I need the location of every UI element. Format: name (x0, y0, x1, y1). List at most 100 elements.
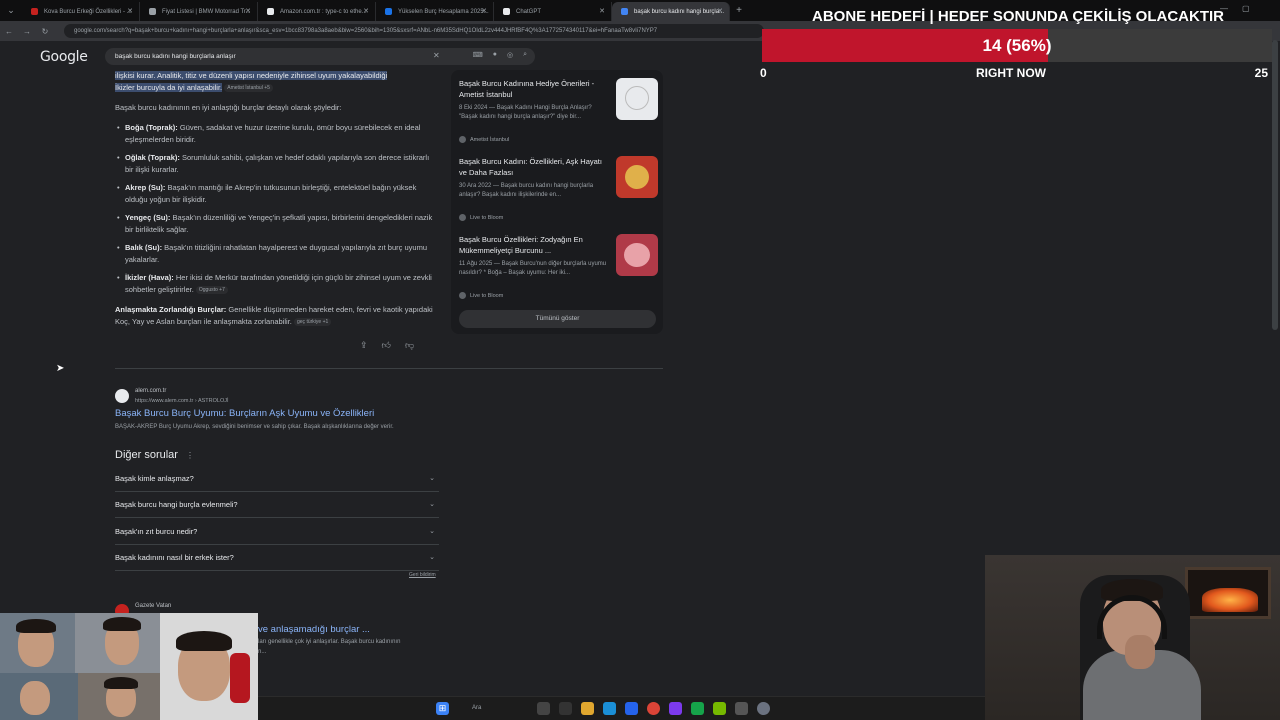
result-snippet: ları genellikle çok iyi anlaşırlar. Başa… (258, 639, 401, 645)
close-tab-icon[interactable]: ✕ (363, 7, 369, 15)
app-icon[interactable] (669, 702, 682, 715)
app-icon[interactable] (691, 702, 704, 715)
tab-favicon-icon (385, 8, 392, 15)
goal-progress-bar: 14 (56%) (762, 29, 1272, 62)
store-icon[interactable] (625, 702, 638, 715)
thumbnail (616, 78, 658, 120)
close-tab-icon[interactable]: ✕ (481, 7, 487, 15)
close-tab-icon[interactable]: ✕ (127, 7, 133, 15)
paa-question[interactable]: Başak burcu hangi burçla evlenmeli? ⌄ (115, 492, 439, 518)
answer-actions: ⇪ 👍︎ 👎︎ (360, 340, 414, 351)
tab-favicon-icon (149, 8, 156, 15)
paa-question[interactable]: Başak'ın zıt burcu nedir? ⌄ (115, 519, 439, 545)
thumbs-down-icon[interactable]: 👎︎ (405, 340, 414, 351)
url-field[interactable]: google.com/search?q=başak+burcu+kadını+h… (64, 24, 764, 38)
highlighted-text: ilişkisi kurar. Analitik, titiz ve düzen… (115, 70, 435, 94)
list-item: Yengeç (Su): Başak'ın düzenliliği ve Yen… (117, 212, 435, 236)
more-icon[interactable]: ⋮ (186, 451, 194, 460)
reload-icon[interactable]: ↻ (36, 27, 54, 36)
tab-favicon-icon (31, 8, 38, 15)
chevron-down-icon: ⌄ (429, 501, 435, 508)
tab-favicon-icon (267, 8, 274, 15)
source-card[interactable]: Başak Burcu Özellikleri: Zodyağın En Mük… (459, 234, 659, 306)
lens-icon[interactable]: ◎ (507, 51, 513, 59)
start-icon[interactable]: ⊞ (436, 702, 449, 715)
close-tab-icon[interactable]: ✕ (599, 7, 605, 15)
chrome-icon[interactable] (647, 702, 660, 715)
feedback-link[interactable]: Geri bildirim (409, 572, 436, 578)
result-url[interactable]: https://www.alem.com.tr › ASTROLOJİ (135, 398, 229, 404)
paa-question[interactable]: Başak kimle anlaşmaz? ⌄ (115, 466, 439, 492)
paa-question[interactable]: Başak kadınını nasıl bir erkek ister? ⌄ (115, 545, 439, 571)
fireplace-screen (1185, 567, 1271, 619)
tab-search-icon[interactable]: ⌄ (0, 5, 22, 16)
show-all-button[interactable]: Tümünü göster (459, 310, 656, 328)
forward-icon[interactable]: → (18, 27, 36, 36)
result-title-link[interactable]: ve anlaşamadığı burçlar ... (258, 624, 370, 635)
difficult-signs: Anlaşmakta Zorlandığı Burçlar: Genellikl… (115, 305, 433, 327)
thumbnail (616, 234, 658, 276)
tab-title: Kova Burcu Erkeği Özellikleri - ... (44, 8, 132, 15)
browser-tab[interactable]: Fiyat Listesi | BMW Motorrad Tr... ✕ (140, 2, 258, 21)
subscriber-goal-widget: ABONE HEDEFİ | HEDEF SONUNDA ÇEKİLİŞ OLA… (756, 0, 1280, 86)
goal-max-label: 25 (1254, 66, 1268, 80)
result-title-link[interactable]: Başak Burcu Burç Uyumu: Burçların Aşk Uy… (115, 408, 374, 419)
new-tab-button[interactable]: + (730, 5, 748, 16)
browser-tab[interactable]: Yükselen Burç Hesaplama 2025... ✕ (376, 2, 494, 21)
app-icon[interactable] (735, 702, 748, 715)
source-chip[interactable]: Oggusto +7 (195, 286, 228, 295)
nvidia-icon[interactable] (713, 702, 726, 715)
back-icon[interactable]: ← (0, 27, 18, 36)
highlight-line-2: İkizler burcuyla da iyi anlaşabilir. (115, 83, 223, 92)
sources-panel: Başak Burcu Kadınına Hediye Önerileri - … (451, 70, 663, 334)
tab-title: başak burcu kadını hangi burçla... (634, 8, 725, 15)
source-card[interactable]: Başak Burcu Kadınına Hediye Önerileri - … (459, 78, 659, 150)
settings-icon[interactable] (757, 702, 770, 715)
edge-icon[interactable] (603, 702, 616, 715)
thumbs-up-icon[interactable]: 👍︎ (382, 340, 391, 351)
webcam-feed (985, 555, 1280, 720)
taskbar: ⊞ Ara (258, 696, 985, 720)
microphone-icon[interactable]: ● (493, 51, 497, 59)
tab-favicon-icon (503, 8, 510, 15)
source-name: Live to Bloom (459, 292, 503, 299)
close-tab-icon[interactable]: ✕ (717, 7, 723, 15)
google-logo[interactable]: Google (40, 49, 88, 65)
search-input[interactable]: başak burcu kadını hangi burçlarla anlaş… (105, 48, 535, 65)
result-site[interactable]: Gazete Vatan (135, 603, 171, 609)
browser-tab[interactable]: Amazon.com.tr : type-c to ethe... ✕ (258, 2, 376, 21)
browser-tab[interactable]: ChatGPT ✕ (494, 2, 612, 21)
screen: ⌄ Kova Burcu Erkeği Özellikleri - ... ✕ Fi… (0, 0, 1280, 720)
clear-icon[interactable]: ✕ (433, 51, 440, 60)
taskbar-search[interactable]: Ara (458, 702, 528, 715)
browser-tab[interactable]: başak burcu kadını hangi burçla... ✕ (612, 2, 730, 21)
list-item: Oğlak (Toprak): Sorumluluk sahibi, çalış… (117, 152, 435, 176)
highlight-line-1: ilişkisi kurar. Analitik, titiz ve düzen… (115, 71, 388, 80)
keyboard-icon[interactable]: ⌨ (473, 51, 483, 59)
goal-progress-label: 14 (56%) (982, 36, 1052, 55)
chevron-down-icon: ⌄ (429, 528, 435, 535)
widgets-icon[interactable] (537, 702, 550, 715)
share-icon[interactable]: ⇪ (360, 340, 368, 351)
source-chip[interactable]: geç türkiye +1 (294, 318, 332, 327)
source-card[interactable]: Başak Burcu Kadını: Özellikleri, Aşk Hay… (459, 156, 659, 228)
sign-list: Boğa (Toprak): Güven, sadakat ve huzur ü… (117, 122, 435, 302)
search-icon[interactable]: ⌕ (523, 51, 527, 59)
list-item: Balık (Su): Başak'ın titizliğini rahatla… (117, 242, 435, 266)
file-explorer-icon[interactable] (581, 702, 594, 715)
task-view-icon[interactable] (559, 702, 572, 715)
tab-favicon-icon (621, 8, 628, 15)
mouse-cursor-icon: ➤ (56, 363, 65, 374)
source-chip[interactable]: Ametist İstanbul +5 (224, 84, 273, 93)
list-item: Boğa (Toprak): Güven, sadakat ve huzur ü… (117, 122, 435, 146)
browser-tab[interactable]: Kova Burcu Erkeği Özellikleri - ... ✕ (22, 2, 140, 21)
close-tab-icon[interactable]: ✕ (245, 7, 251, 15)
paa-heading: Diğer sorular ⋮ (115, 449, 194, 461)
divider (115, 368, 663, 369)
thumbnail (616, 156, 658, 198)
result-site[interactable]: alem.com.tr (135, 388, 166, 394)
source-name: Live to Bloom (459, 214, 503, 221)
goal-title: ABONE HEDEFİ | HEDEF SONUNDA ÇEKİLİŞ OLA… (812, 8, 1224, 25)
tab-title: Yükselen Burç Hesaplama 2025... (398, 8, 489, 15)
chevron-down-icon: ⌄ (429, 554, 435, 561)
